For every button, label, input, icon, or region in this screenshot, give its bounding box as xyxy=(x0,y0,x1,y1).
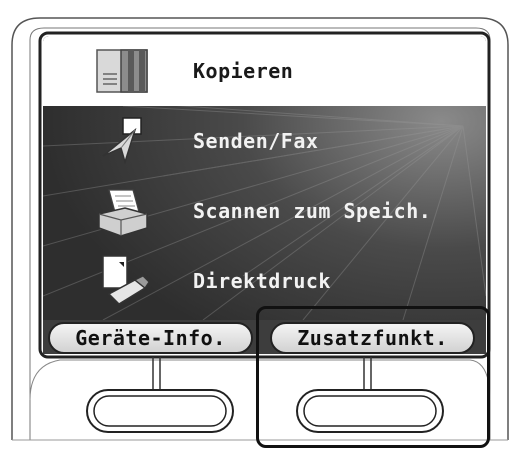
usb-memory-icon xyxy=(102,255,149,305)
device-panel: Kopieren Senden/Fax Scannen zum Speich. … xyxy=(0,0,520,457)
highlight-frame xyxy=(256,306,490,448)
left-softkey-hard-button[interactable] xyxy=(85,388,235,434)
menu-item-label: Scannen zum Speich. xyxy=(193,199,432,223)
send-arrow-icon xyxy=(102,117,142,165)
menu-item-senden-fax[interactable]: Senden/Fax xyxy=(43,106,486,176)
menu-item-label: Senden/Fax xyxy=(193,129,319,153)
scanner-tray-icon xyxy=(98,189,148,237)
geraete-info-softkey[interactable]: Geräte-Info. xyxy=(48,322,253,354)
menu-item-scannen-zum-speich[interactable]: Scannen zum Speich. xyxy=(43,176,486,246)
menu-item-label: Kopieren xyxy=(193,59,294,83)
menu-item-kopieren[interactable]: Kopieren xyxy=(43,36,486,106)
copier-document-icon xyxy=(96,49,148,93)
lcd-screen: Kopieren Senden/Fax Scannen zum Speich. … xyxy=(43,36,486,320)
